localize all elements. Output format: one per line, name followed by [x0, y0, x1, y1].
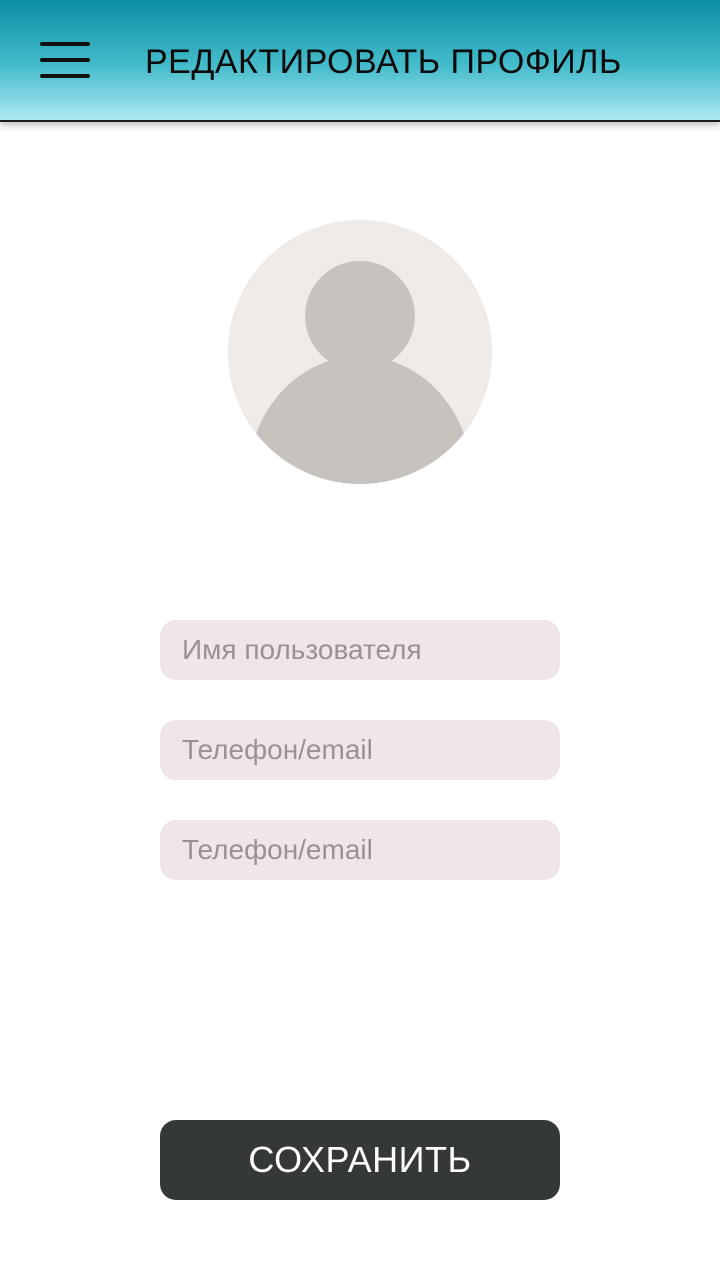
menu-line — [40, 58, 90, 62]
avatar-head — [305, 261, 415, 371]
app-bar: РЕДАКТИРОВАТЬ ПРОФИЛЬ — [0, 0, 720, 122]
menu-line — [40, 42, 90, 46]
menu-line — [40, 74, 90, 78]
phone-email-field[interactable] — [160, 720, 560, 780]
edit-profile-screen: РЕДАКТИРОВАТЬ ПРОФИЛЬ СОХРАНИТЬ — [0, 0, 720, 1280]
profile-avatar[interactable] — [228, 220, 492, 484]
save-button[interactable]: СОХРАНИТЬ — [160, 1120, 560, 1200]
phone-email-field-secondary[interactable] — [160, 820, 560, 880]
user-silhouette-icon — [228, 220, 492, 484]
hamburger-menu-icon[interactable] — [40, 40, 90, 80]
username-field[interactable] — [160, 620, 560, 680]
page-title: РЕДАКТИРОВАТЬ ПРОФИЛЬ — [145, 43, 622, 81]
